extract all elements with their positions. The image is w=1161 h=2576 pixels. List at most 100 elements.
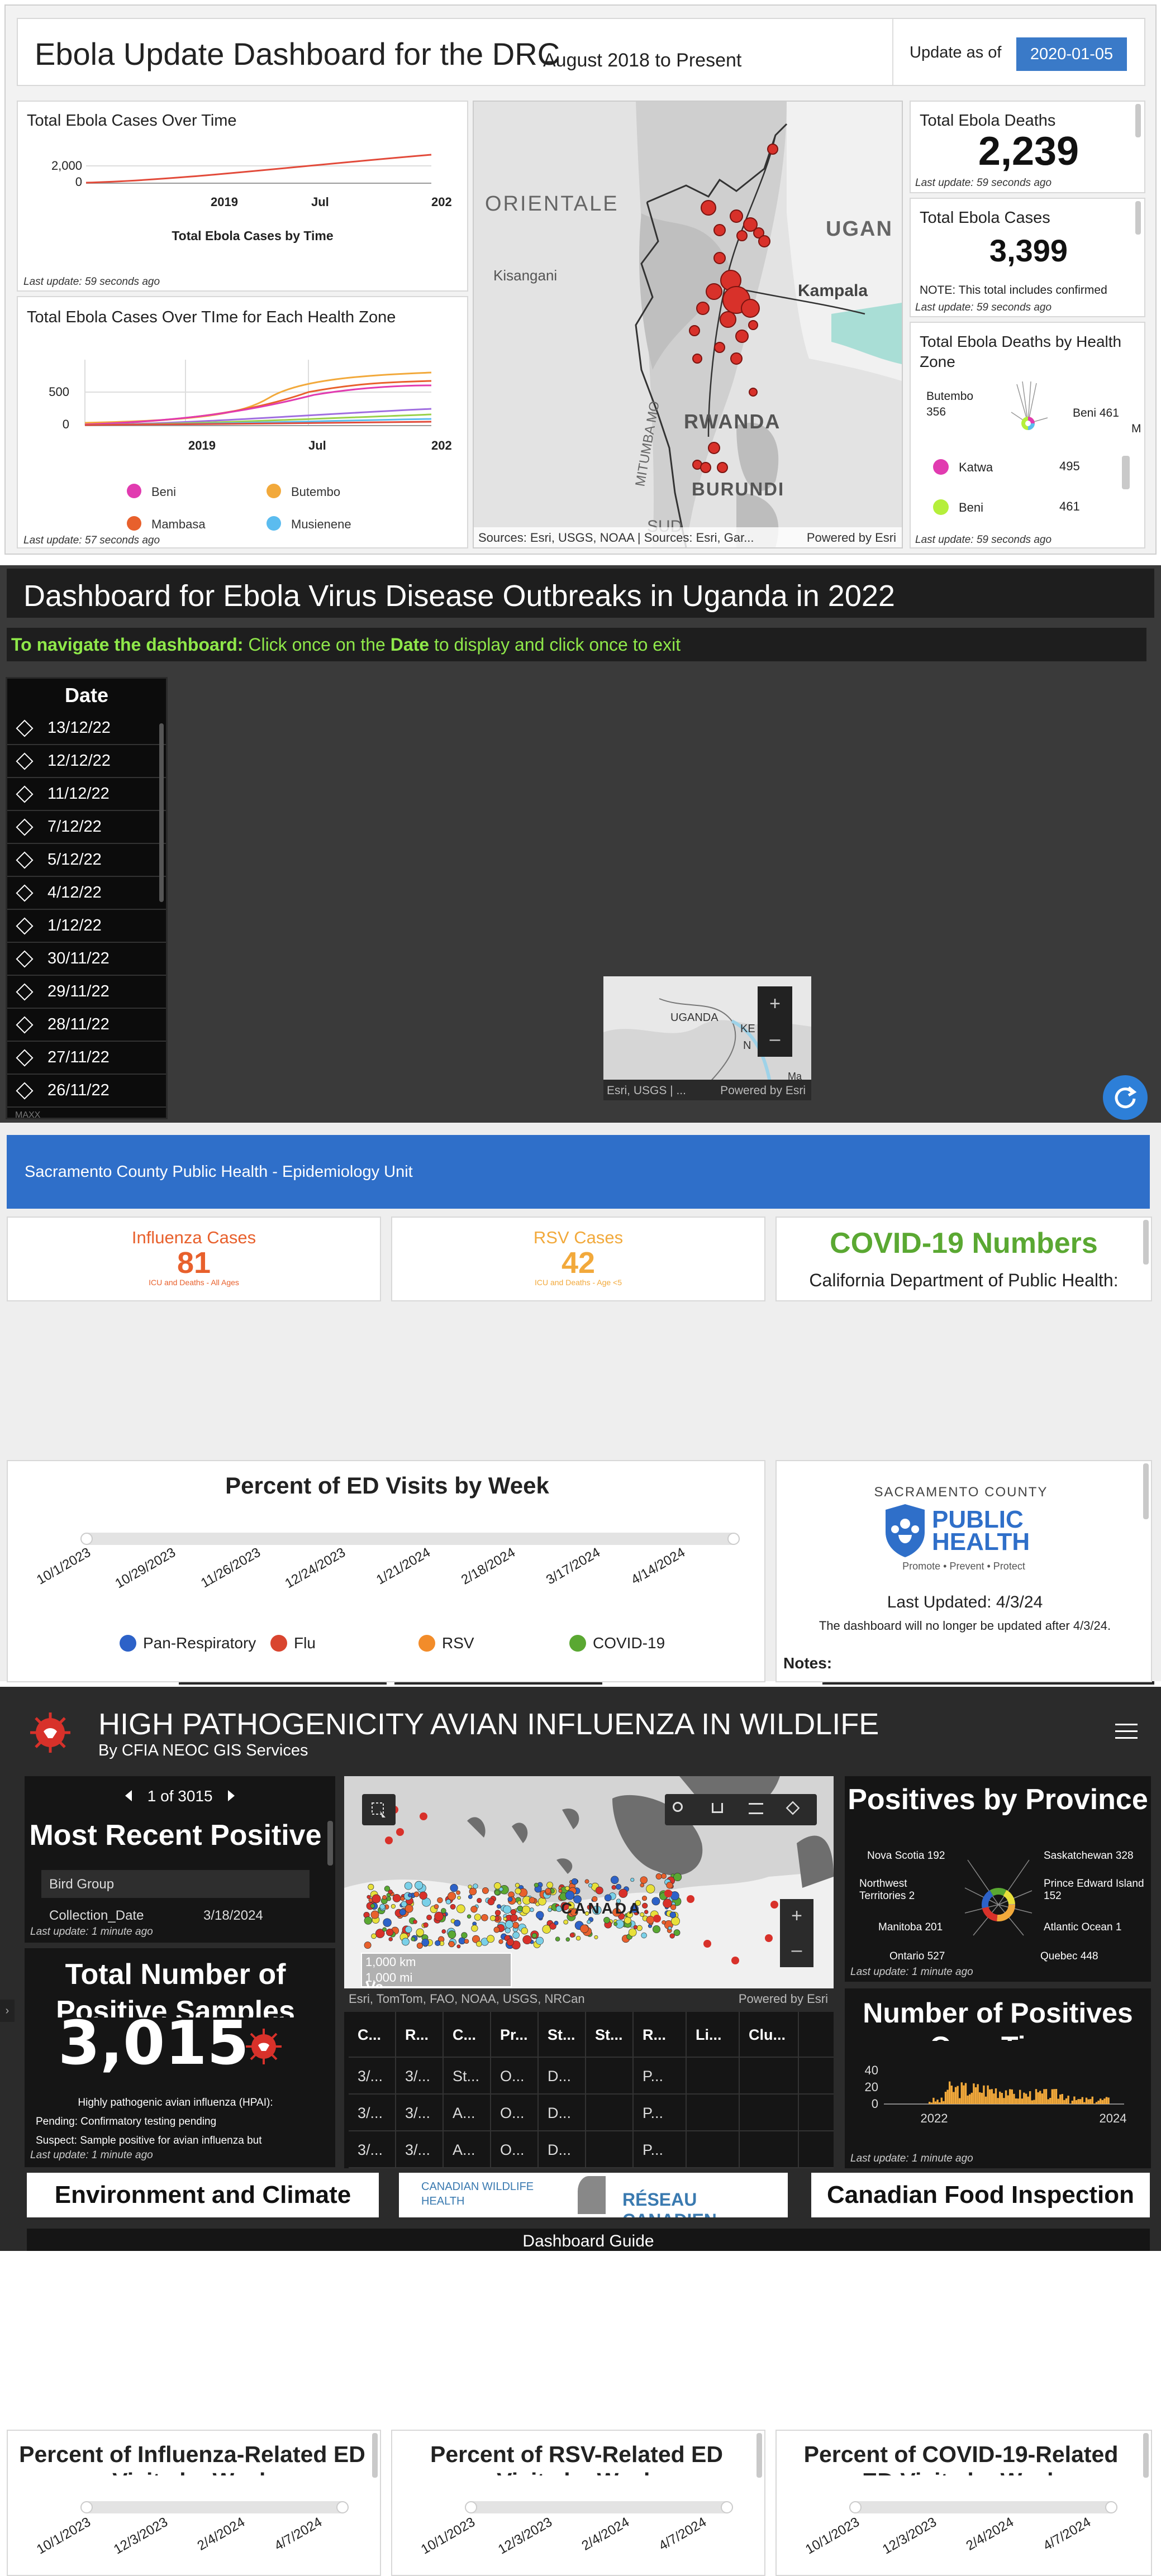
dashboard-guide-tab[interactable]: Dashboard Guide [27,2229,1150,2251]
observation-marker [770,1901,778,1909]
zone-row[interactable]: Beni 461 [933,496,1117,518]
date-slider-track[interactable] [849,2501,1117,2513]
home-icon[interactable] [712,1803,723,1813]
date-row[interactable]: 4/12/22 [7,877,166,910]
scrollbar[interactable] [159,723,164,902]
uganda-mini-map[interactable]: UGANDA KE N Ma + – Esri, USGS | ... Powe… [603,976,811,1100]
bar [1047,2099,1049,2104]
table-row[interactable]: 3/...3/...St...O...D...P... [349,2058,834,2095]
map-powered[interactable]: Powered by Esri [807,531,896,545]
scrollbar[interactable] [1143,1463,1149,1519]
legend-item[interactable]: RSV [418,1634,474,1657]
table-row[interactable]: 3/...3/...A...O...D...P... [349,2131,834,2168]
scrollbar[interactable] [1122,456,1130,489]
zoom-in-button[interactable]: + [780,1899,813,1933]
cwhc-logo[interactable]: CANADIAN WILDLIFE HEALTH RÉSEAU CANADIEN [399,2173,788,2217]
search-icon[interactable] [673,1802,683,1812]
table-header-cell[interactable]: C... [444,2012,491,2057]
slider-handle-right[interactable] [727,1533,740,1545]
province-label[interactable]: Saskatchewan 328 [1044,1850,1144,1862]
legend-item[interactable]: COVID-19 [569,1634,665,1657]
update-date-badge[interactable]: 2020-01-05 [1016,37,1127,71]
date-row[interactable]: 1/12/22 [7,910,166,943]
zoom-out-button[interactable]: – [758,1022,792,1057]
logo-tagline: Promote • Prevent • Protect [883,1561,1045,1572]
date-row[interactable]: 13/12/22 [7,712,166,745]
map-powered[interactable]: Powered by Esri [720,1084,806,1098]
observation-marker [594,1935,598,1939]
province-label[interactable]: Ontario 527 [889,1950,996,1963]
date-slider-track[interactable] [80,2501,349,2513]
observation-marker [372,1895,380,1903]
scrollbar[interactable] [1143,1220,1149,1265]
slider-handle-left[interactable] [80,1533,93,1545]
zoom-out-button[interactable]: – [780,1933,813,1967]
date-row[interactable]: 26/11/22 [7,1075,166,1108]
scrollbar[interactable] [1143,2433,1149,2478]
bar [1096,2102,1097,2104]
province-label[interactable]: Northwest Territories 2 [859,1878,943,1902]
table-header-cell[interactable]: C... [349,2012,396,2057]
province-label[interactable]: Prince Edward Island 152 [1044,1878,1144,1902]
slider-handle-right[interactable] [1105,2501,1117,2513]
bar [955,2087,957,2104]
slider-handle-left[interactable] [80,2501,93,2513]
province-label[interactable]: Atlantic Ocean 1 [1044,1921,1144,1934]
scrollbar[interactable] [327,1821,333,1866]
date-row[interactable]: 12/12/22 [7,745,166,778]
slider-handle-right[interactable] [336,2501,349,2513]
scrollbar[interactable] [1135,104,1141,137]
date-row[interactable]: 7/12/22 [7,811,166,844]
zone-legend: Beni Butembo Mambasa Musienene [127,481,440,526]
scrollbar[interactable] [756,2433,762,2478]
menu-icon[interactable] [1115,1720,1138,1739]
slider-handle-left[interactable] [465,2501,477,2513]
table-cell: O... [491,2058,539,2093]
table-header-cell[interactable]: Pr... [491,2012,539,2057]
legend-item[interactable]: Pan-Respiratory [120,1634,256,1657]
zoom-in-button[interactable]: + [758,986,792,1022]
date-slider-track[interactable] [465,2501,733,2513]
side-expand-arrow[interactable]: › [0,2000,15,2022]
refresh-button[interactable] [1103,1075,1148,1120]
date-row[interactable]: 11/12/22 [7,778,166,811]
layers-icon[interactable] [786,1801,800,1815]
province-title: Positives by Province [845,1783,1151,1816]
province-label[interactable]: Quebec 448 [1040,1950,1141,1963]
observation-marker [422,1939,429,1946]
table-header-cell[interactable]: St... [539,2012,586,2057]
footer-button[interactable]: Canadian Food Inspection [811,2173,1150,2217]
date-row[interactable]: 28/11/22 [7,1009,166,1042]
table-row[interactable]: 3/...3/...A...O...D...P... [349,2095,834,2131]
scrollbar[interactable] [372,2433,378,2478]
date-row[interactable]: 30/11/22 [7,943,166,976]
table-header-cell[interactable]: R... [396,2012,444,2057]
hpai-map[interactable]: CANADA + – 1,000 km 1,000 mi Va Esri, To… [344,1776,834,2007]
observation-marker [547,1882,553,1888]
list-icon[interactable] [749,1803,763,1814]
drc-map[interactable]: ORIENTALE Kisangani UGAN Kampala RWANDA … [473,101,903,548]
next-icon[interactable] [228,1790,235,1801]
legend-swatch [933,499,949,515]
date-row[interactable]: 27/11/22 [7,1042,166,1075]
footer-button[interactable]: Environment and Climate [27,2173,379,2217]
observation-marker [534,1883,539,1887]
bar [979,2092,981,2104]
map-powered[interactable]: Powered by Esri [739,1992,828,2006]
date-row[interactable]: 29/11/22 [7,976,166,1009]
zone-row[interactable]: Katwa 495 [933,456,1117,478]
table-header-cell[interactable]: St... [586,2012,634,2057]
select-tool-button[interactable] [362,1794,396,1825]
legend-label: Flu [294,1634,316,1652]
slider-handle-right[interactable] [721,2501,733,2513]
scrollbar[interactable] [1135,201,1141,235]
table-header-cell[interactable]: R... [634,2012,687,2057]
ed-visits-slider-track[interactable] [80,1533,740,1545]
date-row[interactable]: 5/12/22 [7,844,166,877]
slider-handle-left[interactable] [849,2501,862,2513]
prev-icon[interactable] [125,1790,132,1801]
legend-item[interactable]: Flu [270,1634,316,1657]
table-header-cell[interactable]: Clu... [740,2012,799,2057]
table-header-cell[interactable]: Li... [687,2012,740,2057]
province-label[interactable]: Nova Scotia 192 [867,1850,973,1862]
